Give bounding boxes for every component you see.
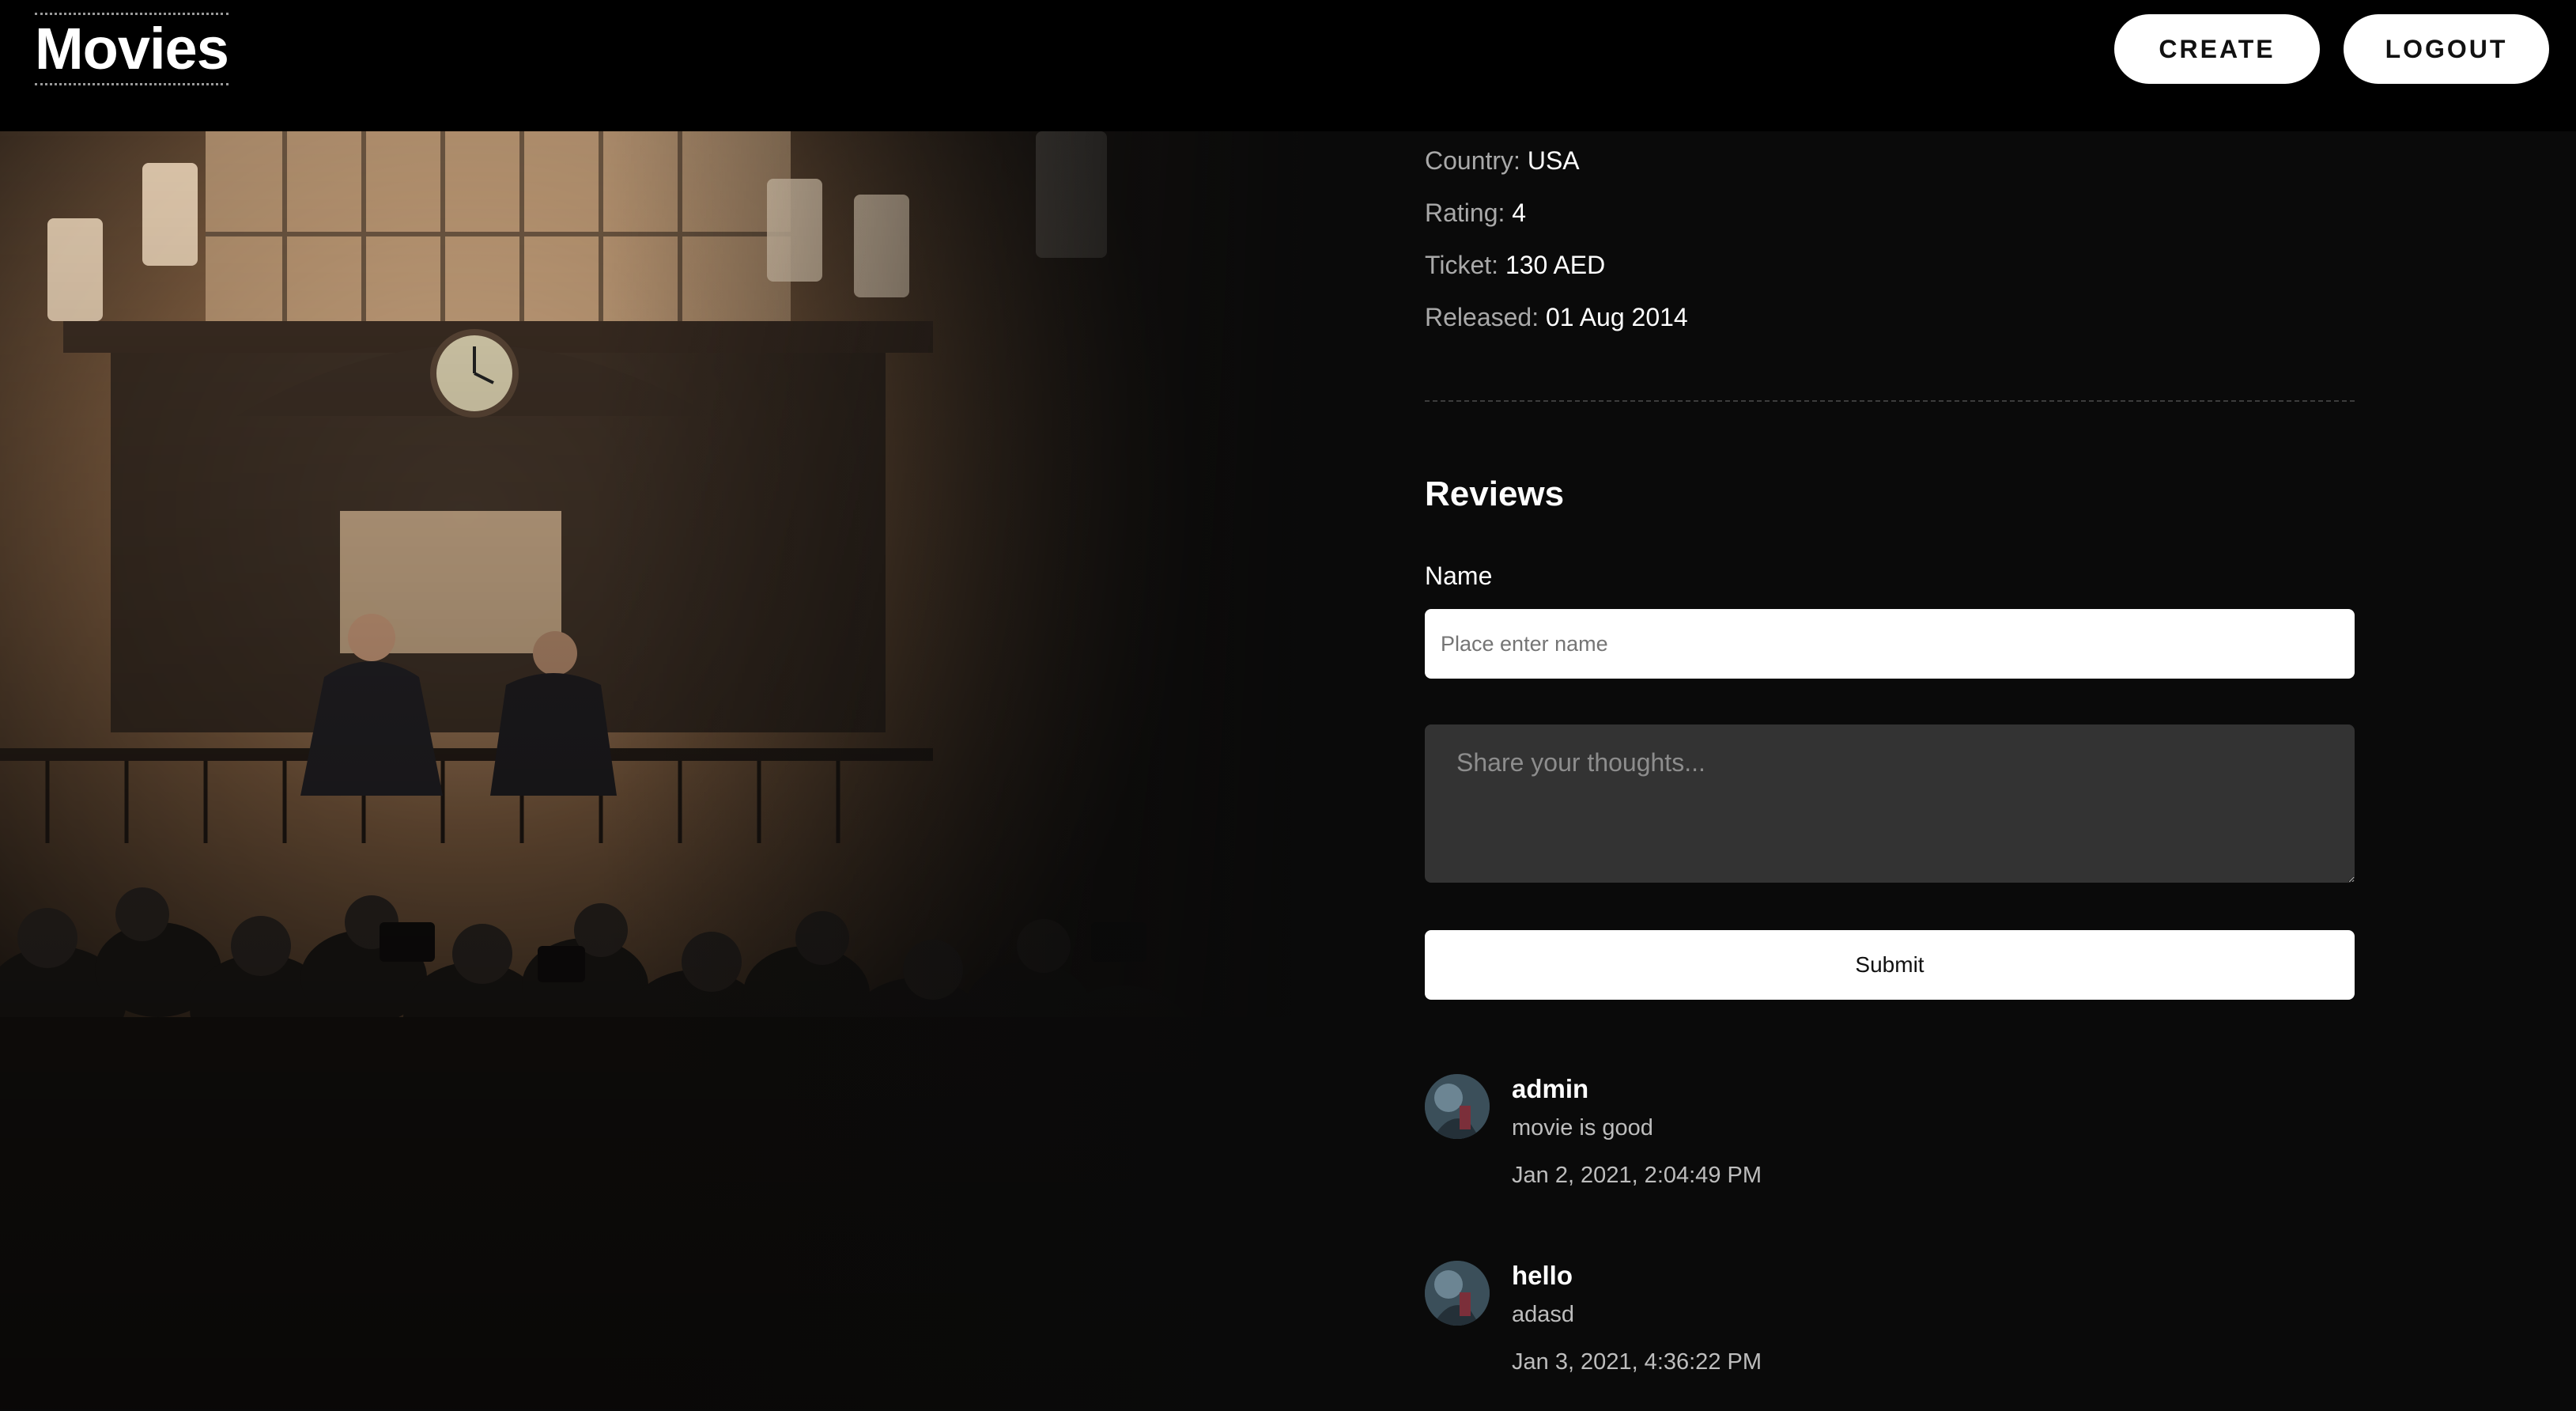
name-field-label: Name [1425,562,1493,590]
review-textarea[interactable] [1425,724,2355,883]
review-author: admin [1512,1074,1589,1103]
review-item: hello adasd Jan 3, 2021, 4:36:22 PM [1425,1261,2355,1411]
submit-review-button[interactable]: Submit [1425,930,2355,1000]
movie-poster-image [0,131,1328,1409]
name-input[interactable] [1425,609,2355,679]
reviews-heading: Reviews [1425,475,1565,513]
movie-country-row: Country: USA [1425,134,1688,187]
review-text: movie is good [1512,1115,1653,1141]
review-item: admin movie is good Jan 2, 2021, 2:04:49… [1425,1074,2355,1224]
review-date: Jan 2, 2021, 2:04:49 PM [1512,1163,1762,1188]
avatar [1425,1074,1490,1139]
released-label: Released: [1425,303,1539,331]
released-value: 01 Aug 2014 [1545,303,1688,331]
review-date: Jan 3, 2021, 4:36:22 PM [1512,1349,1762,1375]
review-text: adasd [1512,1302,1575,1327]
rating-value: 4 [1512,199,1527,227]
country-value: USA [1527,146,1580,175]
section-divider [1425,400,2355,402]
create-button[interactable]: CREATE [2114,14,2320,84]
movie-ticket-row: Ticket: 130 AED [1425,239,1688,291]
ticket-label: Ticket: [1425,251,1499,279]
logout-button[interactable]: LOGOUT [2344,14,2549,84]
country-label: Country: [1425,146,1520,175]
movie-released-row: Released: 01 Aug 2014 [1425,291,1688,343]
top-nav-bar: Movies CREATE LOGOUT [0,0,2576,131]
rating-label: Rating: [1425,199,1505,227]
avatar [1425,1261,1490,1326]
ticket-value: 130 AED [1505,251,1606,279]
movie-rating-row: Rating: 4 [1425,187,1688,239]
review-author: hello [1512,1261,1573,1290]
brand-logo-link[interactable]: Movies [35,13,229,85]
